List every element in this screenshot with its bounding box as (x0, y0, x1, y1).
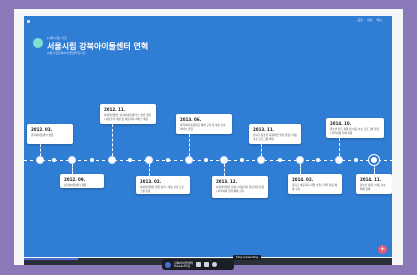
timeline-year: 2014. 10. (330, 121, 352, 126)
timeline-node[interactable] (108, 156, 116, 164)
timeline-card[interactable]: 2012. 11. 사회복지법인 '강북아이들센터'로 법인 설립 / 아동주거… (100, 104, 156, 124)
window-menu-icon[interactable] (27, 20, 30, 23)
timeline-text: 강북구 아동복지 사업 수행 / 지역 돌봄 체계 구축 (292, 184, 337, 191)
screen-share-icon[interactable] (196, 262, 202, 267)
timeline-card[interactable]: 2013. 06. 지역사회 통합돌봄 체계 구축 및 아동 보호 서비스 운영 (176, 114, 232, 134)
timeline-node[interactable] (220, 156, 228, 164)
timeline-connector (261, 144, 262, 156)
timeline-text: 강북구 청소년 지원사업 위탁 운영 / 아동 보호 프로그램 확대 (253, 134, 298, 141)
timeline-year: 2012. 09. (64, 177, 86, 182)
timeline-year: 2012. 11. (104, 107, 126, 112)
timeline-year: 2013. 06. (180, 117, 202, 122)
timeline-tick (240, 158, 244, 162)
tooltip: Stop presenting (233, 255, 262, 260)
timeline-card[interactable]: 2013. 02. 사회복지법인 설립 허가 / 아동 보호 프로그램 운영 (136, 176, 190, 194)
timeline-connector (72, 164, 73, 174)
timeline-node[interactable] (185, 156, 193, 164)
presenter-info: 강북아이들센터 Presenting (174, 261, 193, 268)
top-menu-item[interactable]: 공유 (357, 18, 363, 22)
timeline-connector (40, 144, 41, 156)
timeline-card[interactable]: 2014. 11. 청소년 지원 / 아동 보호 체계 강화 (356, 174, 392, 194)
timeline-text: 청소년 진로 지원 및 아동 보호 프로그램 운영 / 지역사회 연계 강화 (330, 128, 379, 135)
timeline-connector (224, 164, 225, 176)
timeline-node[interactable] (145, 156, 153, 164)
top-menu-item[interactable]: 메뉴 (376, 18, 382, 22)
timeline-year: 2013. 11. (253, 127, 275, 132)
timeline-text: 강북아이들센터 개원 (64, 184, 87, 187)
timeline-text: 사회복지법인 '강북아이들센터'로 법인 설립 / 아동주거 개선 및 아동복지… (104, 114, 151, 121)
timeline-node[interactable] (369, 155, 379, 165)
timeline-connector (189, 134, 190, 156)
timeline-tick (166, 158, 170, 162)
presenter-dock: 강북아이들센터 Presenting (162, 259, 234, 270)
add-button[interactable]: + (378, 245, 387, 254)
timeline-card[interactable]: 2012. 03. 강북아이들센터 설립 (27, 124, 73, 144)
timeline-year: 2012. 03. (31, 127, 53, 132)
timeline-card[interactable]: 2013. 12. 사회복지법인 지정 / 아동복지 전문기관 운영 / 지역사… (212, 176, 268, 198)
timeline-year: 2013. 02. (140, 179, 162, 184)
page-subtitle: 서울시립강북아이들센터입니다 (47, 51, 86, 55)
timeline-connector (300, 164, 301, 174)
timeline-year: 2014. 02. (292, 177, 314, 182)
top-menu-item[interactable]: 설정 (367, 18, 373, 22)
timeline-text: 지역사회 통합돌봄 체계 구축 및 아동 보호 서비스 운영 (180, 124, 226, 131)
timeline-year: 2013. 12. (216, 179, 238, 184)
timeline-node[interactable] (257, 156, 265, 164)
organization-logo-icon (33, 38, 43, 48)
camera-icon[interactable] (204, 262, 210, 267)
timeline-tick (52, 158, 56, 162)
timeline-card[interactable]: 2014. 10. 청소년 진로 지원 및 아동 보호 프로그램 운영 / 지역… (326, 118, 384, 138)
timeline-year: 2014. 11. (360, 177, 382, 182)
timeline-connector (112, 124, 113, 156)
presentation-canvas: 공유 설정 메뉴 [서울시청] 기관 서울시립 강북아이들센터 연혁 서울시립강… (24, 16, 392, 257)
organization-label: [서울시청] 기관 (47, 36, 67, 40)
timeline-text: 사회복지법인 설립 허가 / 아동 보호 프로그램 운영 (140, 186, 185, 193)
timeline-text: 사회복지법인 지정 / 아동복지 전문기관 운영 / 지역사회 협력 체계 구축 (216, 186, 264, 193)
timeline-text: 청소년 지원 / 아동 보호 체계 강화 (360, 184, 386, 191)
timeline-tick (204, 158, 208, 162)
presentation-frame: 공유 설정 메뉴 [서울시청] 기관 서울시립 강북아이들센터 연혁 서울시립강… (14, 9, 403, 265)
top-menu: 공유 설정 메뉴 (357, 18, 382, 22)
timeline-node[interactable] (335, 156, 343, 164)
timeline-node[interactable] (296, 156, 304, 164)
timeline-card[interactable]: 2014. 02. 강북구 아동복지 사업 수행 / 지역 돌봄 체계 구축 (288, 174, 342, 194)
timeline-connector (374, 164, 375, 174)
progress-indicator (24, 258, 78, 260)
timeline-connector (149, 164, 150, 176)
timeline-connector (339, 138, 340, 156)
stop-presenting-icon[interactable] (212, 262, 218, 267)
timeline-card[interactable]: 2013. 11. 강북구 청소년 지원사업 위탁 운영 / 아동 보호 프로그… (249, 124, 301, 144)
timeline-tick (90, 158, 94, 162)
presenter-status: Presenting (174, 263, 190, 268)
timeline-tick (278, 158, 282, 162)
timeline-node[interactable] (36, 156, 44, 164)
timeline-tick (128, 158, 132, 162)
timeline-node[interactable] (68, 156, 76, 164)
timeline-tick (354, 158, 358, 162)
avatar (165, 261, 171, 268)
timeline-tick (316, 158, 320, 162)
timeline-text: 강북아이들센터 설립 (31, 134, 54, 137)
timeline-card[interactable]: 2012. 09. 강북아이들센터 개원 (60, 174, 104, 188)
